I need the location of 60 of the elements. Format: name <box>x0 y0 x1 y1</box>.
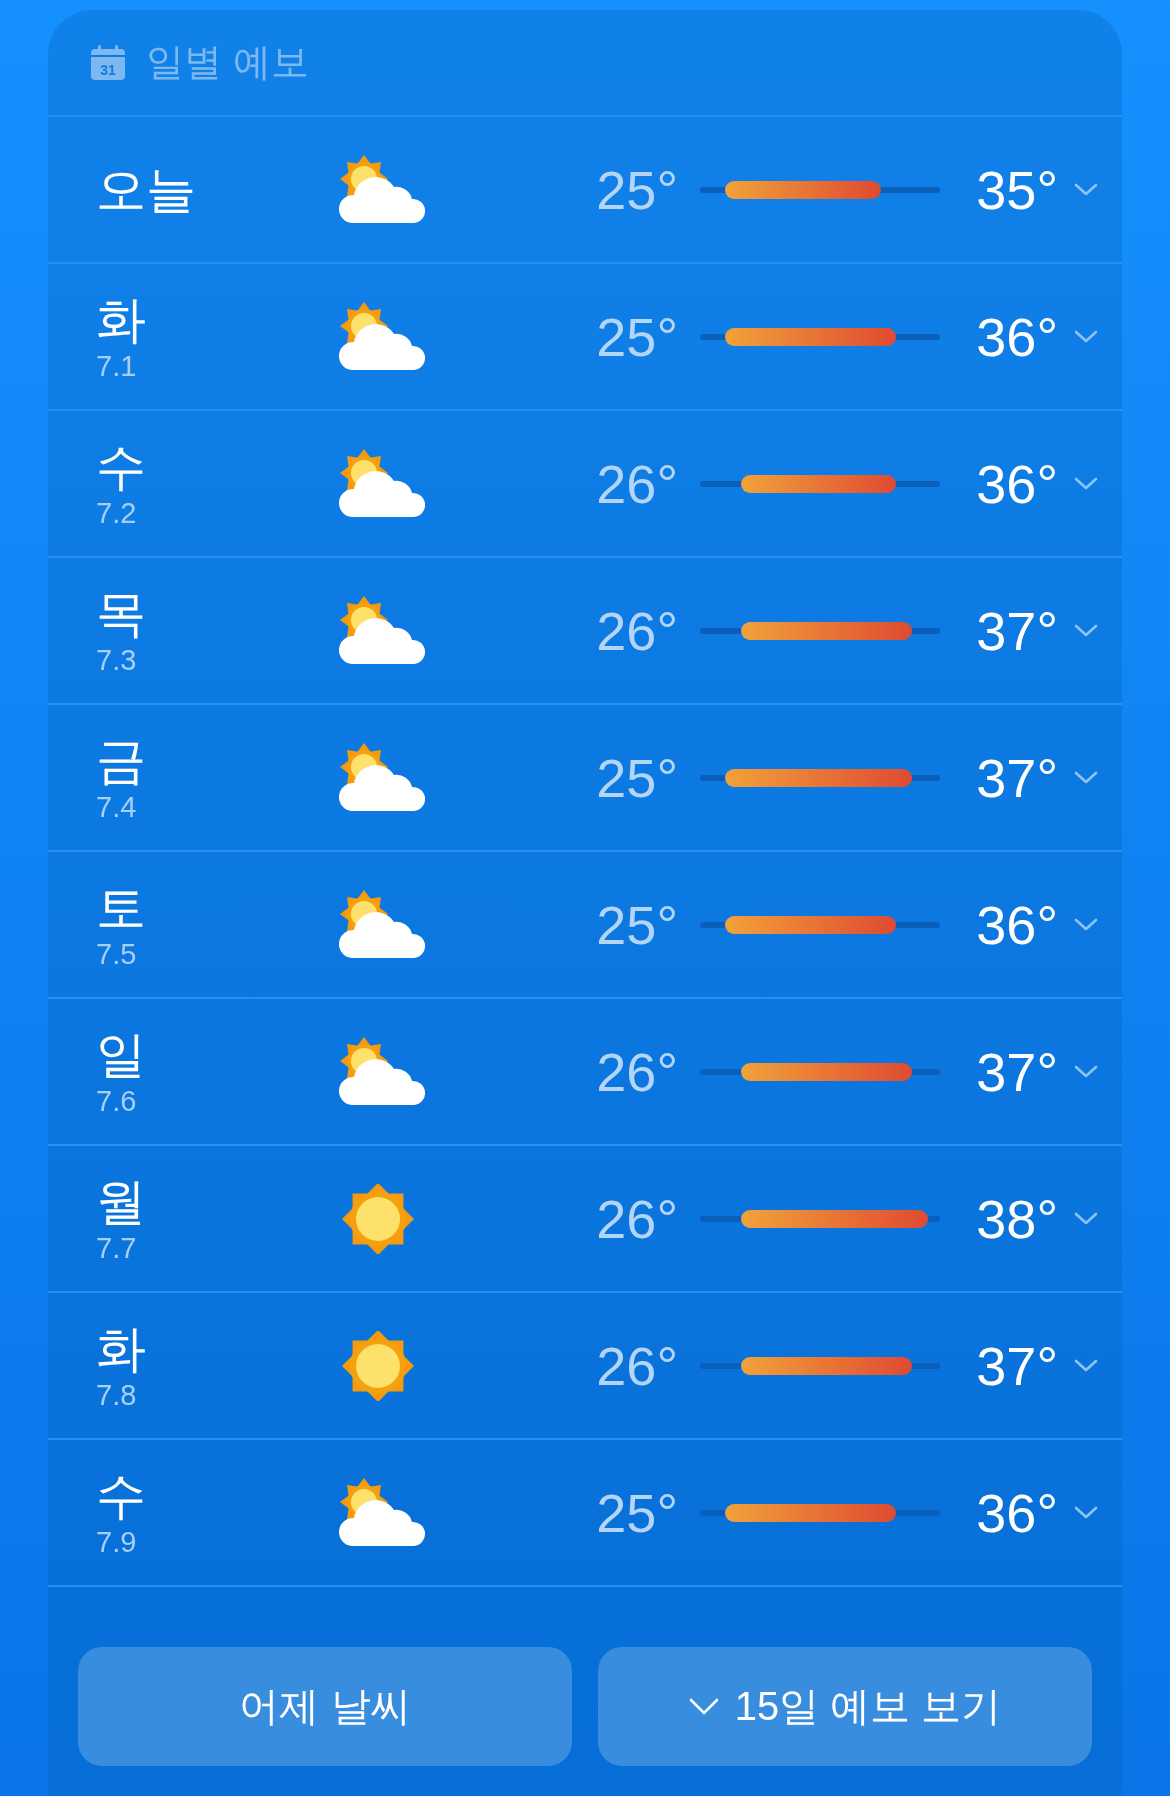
high-temperature: 38° <box>975 1187 1058 1250</box>
chevron-down-icon[interactable] <box>1074 329 1098 344</box>
day-label: 금 <box>96 731 147 790</box>
day-label: 토 <box>96 878 147 937</box>
date-label: 7.7 <box>96 1230 138 1265</box>
sun-cloud-icon <box>338 154 428 225</box>
day-label: 화 <box>96 1319 147 1378</box>
high-temperature: 37° <box>975 599 1058 662</box>
day-label: 목 <box>96 584 147 643</box>
section-title: 일별 예보 <box>146 40 309 85</box>
sun-cloud-icon <box>338 448 428 519</box>
chevron-down-icon[interactable] <box>1074 1064 1098 1079</box>
day-label: 일 <box>96 1025 147 1084</box>
sun-cloud-icon <box>338 742 428 813</box>
low-temperature: 26° <box>595 452 678 515</box>
chevron-down-icon[interactable] <box>1074 182 1098 197</box>
sun-cloud-icon <box>338 1036 428 1107</box>
date-label: 7.2 <box>96 495 138 530</box>
chevron-down-icon[interactable] <box>1074 476 1098 491</box>
day-label: 오늘 <box>96 160 197 219</box>
date-label: 7.8 <box>96 1377 138 1412</box>
high-temperature: 36° <box>975 893 1058 956</box>
low-temperature: 25° <box>595 1481 678 1544</box>
sun-cloud-icon <box>338 595 428 666</box>
date-label: 7.9 <box>96 1524 138 1559</box>
chevron-down-icon[interactable] <box>1074 623 1098 638</box>
date-label: 7.5 <box>96 936 138 971</box>
low-temperature: 26° <box>595 1187 678 1250</box>
low-temperature: 25° <box>595 158 678 221</box>
low-temperature: 26° <box>595 1334 678 1397</box>
sun-cloud-icon <box>338 1477 428 1548</box>
day-label: 수 <box>96 437 147 496</box>
forecast-button[interactable]: 어제 날씨 <box>78 1647 572 1766</box>
sun-cloud-icon <box>338 301 428 372</box>
low-temperature: 25° <box>595 893 678 956</box>
high-temperature: 37° <box>975 1040 1058 1103</box>
high-temperature: 35° <box>975 158 1058 221</box>
low-temperature: 26° <box>595 599 678 662</box>
chevron-down-icon[interactable] <box>1074 1505 1098 1520</box>
day-label: 수 <box>96 1466 147 1525</box>
chevron-down-icon[interactable] <box>1074 1211 1098 1226</box>
date-label: 7.6 <box>96 1083 138 1118</box>
chevron-down-icon[interactable] <box>1074 770 1098 785</box>
day-label: 월 <box>96 1172 147 1231</box>
day-label: 화 <box>96 290 147 349</box>
high-temperature: 36° <box>975 452 1058 515</box>
low-temperature: 26° <box>595 1040 678 1103</box>
high-temperature: 37° <box>975 746 1058 809</box>
sun-cloud-icon <box>338 889 428 960</box>
high-temperature: 36° <box>975 1481 1058 1544</box>
date-label: 7.3 <box>96 642 138 677</box>
date-label: 7.4 <box>96 789 138 824</box>
forecast-button[interactable]: 15일 예보 보기 <box>598 1647 1092 1766</box>
low-temperature: 25° <box>595 305 678 368</box>
low-temperature: 25° <box>595 746 678 809</box>
chevron-down-icon[interactable] <box>1074 1358 1098 1373</box>
date-label: 7.1 <box>96 348 138 383</box>
high-temperature: 36° <box>975 305 1058 368</box>
high-temperature: 37° <box>975 1334 1058 1397</box>
chevron-down-icon[interactable] <box>1074 917 1098 932</box>
